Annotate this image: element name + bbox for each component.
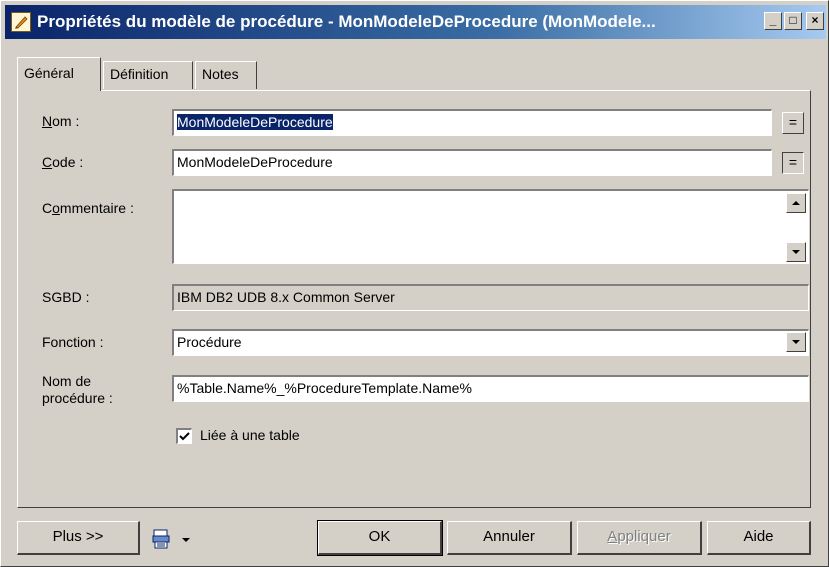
arrow-up-icon [792,201,800,205]
commentaire-label: Commentaire : [42,200,134,216]
tab-definition[interactable]: Définition [103,61,193,89]
aide-button[interactable]: Aide [707,521,811,555]
plus-button[interactable]: Plus >> [17,521,140,555]
commentaire-textarea[interactable] [172,189,809,264]
fonction-label: Fonction : [42,334,104,350]
fonction-dropdown-button[interactable] [786,332,806,352]
code-equals-button[interactable]: = [782,152,804,174]
nom-label: Nom : [42,113,80,129]
tab-general[interactable]: Général [17,57,101,91]
chevron-down-icon [792,340,800,344]
general-panel: Nom : MonModeleDeProcedure = Code : MonM… [17,90,811,508]
close-button[interactable]: × [806,12,824,30]
arrow-down-icon [792,250,800,254]
code-input[interactable]: MonModeleDeProcedure [172,149,772,176]
scroll-down-button[interactable] [786,242,806,262]
tab-notes[interactable]: Notes [195,61,257,89]
annuler-button[interactable]: Annuler [447,521,572,555]
nom-input[interactable]: MonModeleDeProcedure [172,109,772,136]
liee-label: Liée à une table [200,427,300,443]
nom-procedure-input[interactable]: %Table.Name%_%ProcedureTemplate.Name% [172,375,809,402]
checkmark-icon [179,432,190,441]
sgbd-value: IBM DB2 UDB 8.x Common Server [172,284,809,311]
appliquer-button[interactable]: Appliquer [577,521,702,555]
scroll-up-button[interactable] [786,193,806,213]
app-icon [11,12,31,32]
nom-procedure-label: Nom de procédure : [42,373,113,406]
ok-button[interactable]: OK [317,520,443,556]
maximize-button[interactable]: □ [784,12,802,30]
liee-checkbox[interactable] [176,428,192,444]
nom-equals-button[interactable]: = [782,112,804,134]
title-bar[interactable]: Propriétés du modèle de procédure - MonM… [5,5,826,39]
minimize-button[interactable]: _ [764,12,782,30]
code-label: Code : [42,154,84,170]
print-icon[interactable] [151,528,173,550]
window-title: Propriétés du modèle de procédure - MonM… [37,12,656,31]
dialog-window: Propriétés du modèle de procédure - MonM… [0,0,829,567]
fonction-select[interactable]: Procédure [172,329,809,356]
print-dropdown-icon[interactable] [179,533,193,547]
sgbd-label: SGBD : [42,289,90,305]
